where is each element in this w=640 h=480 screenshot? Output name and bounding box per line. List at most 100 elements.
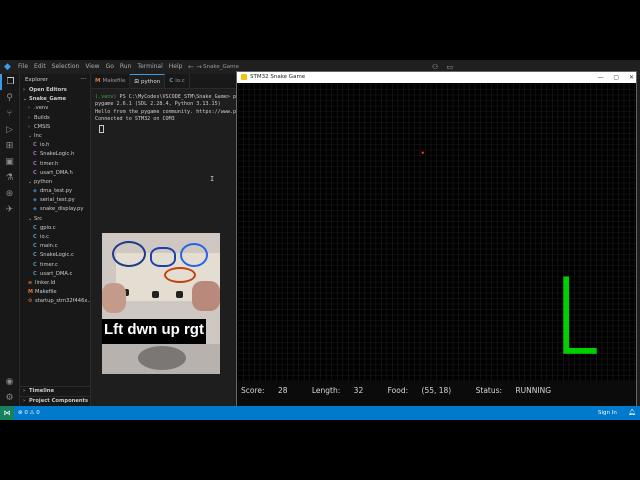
tree-folder[interactable]: › CMSIS <box>20 123 90 132</box>
tab-makefile[interactable]: M Makefile <box>91 74 131 88</box>
tree-file[interactable]: ⚙ startup_stm32f446x... <box>20 297 90 306</box>
tree-file[interactable]: Cio.h <box>20 141 90 150</box>
game-playfield[interactable] <box>238 84 635 381</box>
snake-segment <box>563 309 570 316</box>
tree-folder[interactable]: ⌄ python <box>20 178 90 187</box>
overlay-caption: Lft dwn up rgt <box>104 321 204 338</box>
project-components-section[interactable]: › Project Components <box>20 395 90 406</box>
more-actions-icon[interactable]: ··· <box>80 74 86 86</box>
account-icon[interactable]: ◉ <box>0 374 19 390</box>
menu-selection[interactable]: Selection <box>52 60 80 74</box>
copilot-icon[interactable]: ⚇ <box>432 63 438 71</box>
activity-bar: ❐ ⚲ ⑂ ▷ ⊞ ▣ ⚗ ⊛ ✈ ◉ ⚙ <box>0 74 20 406</box>
snake-segment <box>563 326 570 332</box>
makefile-icon: M <box>95 78 101 84</box>
bell-icon[interactable]: 🔔︎ <box>628 406 636 420</box>
snake-segment <box>563 315 570 321</box>
explorer-icon[interactable]: ❐ <box>0 74 19 90</box>
menu-help[interactable]: Help <box>169 60 183 74</box>
explorer-title: Explorer <box>25 77 48 83</box>
testing-icon[interactable]: ⚗ <box>0 170 19 186</box>
layout-icon[interactable]: ▭ <box>447 63 454 71</box>
menu-terminal[interactable]: Terminal <box>137 60 162 74</box>
tree-file[interactable]: Cmain.c <box>20 242 90 251</box>
game-grid <box>238 84 635 381</box>
tree-file[interactable]: ◆ serial_test.py <box>20 196 90 205</box>
h-file-icon: C <box>33 151 37 158</box>
c-file-icon: C <box>33 252 37 259</box>
snake-segment <box>563 287 570 294</box>
tree-file[interactable]: Cusart_DMA.c <box>20 270 90 279</box>
text-cursor-icon: I <box>210 175 215 183</box>
problems-indicator[interactable]: ⊗ 0 ⚠ 0 <box>18 406 40 420</box>
h-file-icon: C <box>33 142 37 149</box>
tree-file[interactable]: M Makefile <box>20 288 90 297</box>
vscode-logo-icon: ◆ <box>4 62 11 72</box>
terminal-icon: ⊡ <box>134 79 139 85</box>
tab-io-c[interactable]: Cio.c <box>165 74 190 88</box>
search-icon[interactable]: ⚲ <box>0 90 19 106</box>
snake-segment <box>579 348 586 354</box>
command-center-search[interactable]: Snake_Game <box>200 62 241 72</box>
explorer-sidebar: Explorer ··· › Open Editors ⌄ Snake_Game ›… <box>20 74 91 406</box>
py-file-icon: ◆ <box>33 197 37 204</box>
remote-explorer-icon[interactable]: ▣ <box>0 154 19 170</box>
menu-run[interactable]: Run <box>120 60 132 74</box>
source-control-icon[interactable]: ⑂ <box>0 106 19 122</box>
h-file-icon: C <box>33 160 37 167</box>
tree-file[interactable]: ◆ dma_test.py <box>20 187 90 196</box>
sign-in-button[interactable]: Sign In <box>598 406 617 420</box>
maximize-icon[interactable]: ▢ <box>613 74 619 81</box>
vscode-window: ◆ File Edit Selection View Go Run Termin… <box>0 60 640 420</box>
tree-file[interactable]: Cusart_DMA.h <box>20 169 90 178</box>
tree-file[interactable]: C SnakeLogic.c <box>20 251 90 260</box>
run-debug-icon[interactable]: ▷ <box>0 122 19 138</box>
menu-file[interactable]: File <box>18 60 28 74</box>
webcam-overlay-photo: Lft dwn up rgt <box>102 233 220 374</box>
snake-segment <box>568 348 575 354</box>
tools-icon[interactable]: ✈ <box>0 202 19 218</box>
tree-file[interactable]: ◆ snake_display.py <box>20 205 90 214</box>
c-file-icon: C <box>169 78 174 84</box>
snake-segment <box>563 293 570 299</box>
tree-file[interactable]: C SnakeLogic.h <box>20 150 90 159</box>
menu-go[interactable]: Go <box>106 60 114 74</box>
pygame-icon <box>241 74 247 80</box>
game-window-titlebar[interactable]: STM32 Snake Game — ▢ ✕ <box>237 72 636 83</box>
status-readout: Status: RUNNING <box>475 386 552 395</box>
close-icon[interactable]: ✕ <box>629 74 634 81</box>
mk-file-icon: M <box>28 289 33 296</box>
snake-segment <box>563 282 570 288</box>
tree-file[interactable]: Cgpio.c <box>20 224 90 233</box>
tree-folder[interactable]: ⌄ Inc <box>20 132 90 141</box>
tree-file[interactable]: ≡ linker.ld <box>20 279 90 288</box>
tree-file[interactable]: Ctimer.h <box>20 160 90 169</box>
tree-folder[interactable]: › Builds <box>20 114 90 123</box>
s-file-icon: ⚙ <box>28 298 33 305</box>
vscode-status-bar: ⋈ ⊗ 0 ⚠ 0 Sign In 🔔︎ <box>0 406 640 420</box>
snake-game-window[interactable]: STM32 Snake Game — ▢ ✕ Score: 28 Length:… <box>236 71 637 408</box>
menu-view[interactable]: View <box>85 60 99 74</box>
menu-edit[interactable]: Edit <box>34 60 46 74</box>
tree-file[interactable]: Ctimer.c <box>20 261 90 270</box>
tree-folder[interactable]: ⌄ Src <box>20 215 90 224</box>
gear-icon[interactable]: ⚙ <box>0 390 19 406</box>
project-folder[interactable]: ⌄ Snake_Game <box>20 95 90 104</box>
minimize-icon[interactable]: — <box>597 74 603 81</box>
remote-icon[interactable]: ⋈ <box>0 406 14 420</box>
terminal-output[interactable]: (.venv) PS C:\MyCodes\VSCODE_STM\Snake_G… <box>95 94 237 194</box>
timeline-section[interactable]: › Timeline <box>20 385 90 396</box>
extensions-icon[interactable]: ⊞ <box>0 138 19 154</box>
chip-icon[interactable]: ⊛ <box>0 186 19 202</box>
tree-file[interactable]: Cio.c <box>20 233 90 242</box>
editor-tabs: M Makefile ⊡ python Cio.c <box>91 74 241 89</box>
tree-folder[interactable]: › .venv <box>20 104 90 113</box>
c-file-icon: C <box>33 270 37 277</box>
c-file-icon: C <box>33 261 37 268</box>
h-file-icon: C <box>33 169 37 176</box>
snake-segment <box>563 342 570 349</box>
tab-python-terminal[interactable]: ⊡ python <box>130 74 166 88</box>
snake-segment <box>563 298 570 305</box>
open-editors-section[interactable]: › Open Editors <box>20 86 90 95</box>
terminal-line: Hello from the pygame community. https:/… <box>95 108 237 115</box>
